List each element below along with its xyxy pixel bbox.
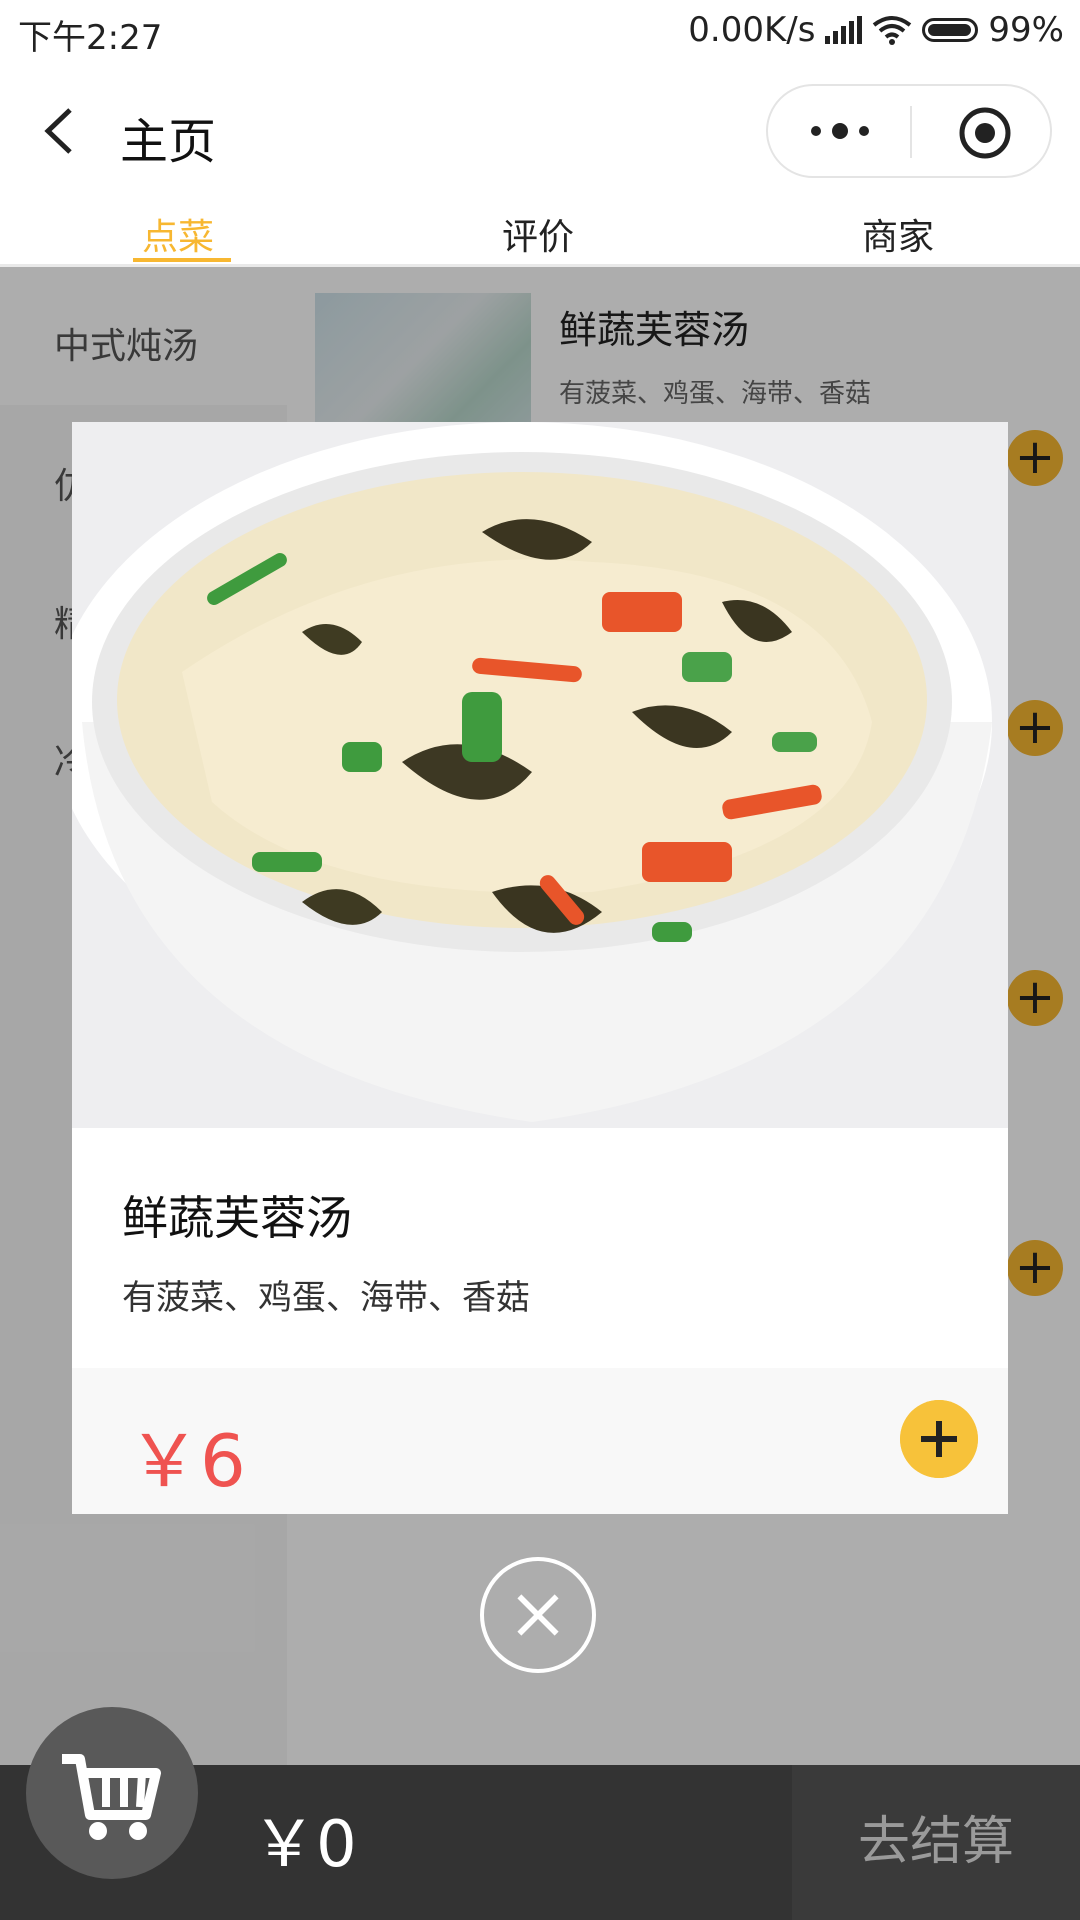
close-modal-button[interactable] xyxy=(480,1557,596,1673)
more-dots-icon[interactable] xyxy=(808,116,872,146)
checkout-button[interactable]: 去结算 xyxy=(792,1765,1080,1920)
cart-total: ￥0 xyxy=(252,1808,357,1882)
nav-bar: 主页 xyxy=(0,60,1080,200)
capsule-divider xyxy=(910,106,912,158)
tab-reviews[interactable]: 评价 xyxy=(502,208,574,260)
dish-price: ￥6 xyxy=(128,1419,246,1503)
dish-photo xyxy=(72,422,1008,1128)
soup-bowl-illustration xyxy=(72,422,1008,1128)
tab-order[interactable]: 点菜 xyxy=(142,208,214,260)
modal-dish-description: 有菠菜、鸡蛋、海带、香菇 xyxy=(122,1278,530,1318)
dish-detail-modal: 鲜蔬芙蓉汤 有菠菜、鸡蛋、海带、香菇 ￥6 xyxy=(72,422,1008,1514)
battery-icon xyxy=(922,18,979,42)
tab-bar: 点菜 评价 商家 xyxy=(0,200,1080,267)
battery-level: 99% xyxy=(988,10,1064,50)
cart-button[interactable] xyxy=(26,1707,198,1879)
network-speed: 0.00K/s xyxy=(688,10,816,50)
active-tab-indicator xyxy=(133,258,231,262)
modal-footer: ￥6 xyxy=(72,1368,1008,1514)
signal-icon xyxy=(825,16,863,44)
add-to-cart-button[interactable] xyxy=(900,1400,978,1478)
status-bar: 下午2:27 0.00K/s 99% xyxy=(0,0,1080,60)
wifi-icon xyxy=(873,16,912,45)
status-time: 下午2:27 xyxy=(18,18,163,58)
close-miniprogram-icon[interactable] xyxy=(958,106,1012,160)
mini-program-capsule xyxy=(766,84,1052,178)
shopping-cart-icon xyxy=(62,1754,161,1840)
status-right: 0.00K/s 99% xyxy=(688,10,1064,50)
page-title: 主页 xyxy=(120,114,217,170)
modal-dish-title: 鲜蔬芙蓉汤 xyxy=(122,1191,352,1245)
back-arrow-icon[interactable] xyxy=(40,106,84,156)
tab-merchant[interactable]: 商家 xyxy=(862,208,934,260)
